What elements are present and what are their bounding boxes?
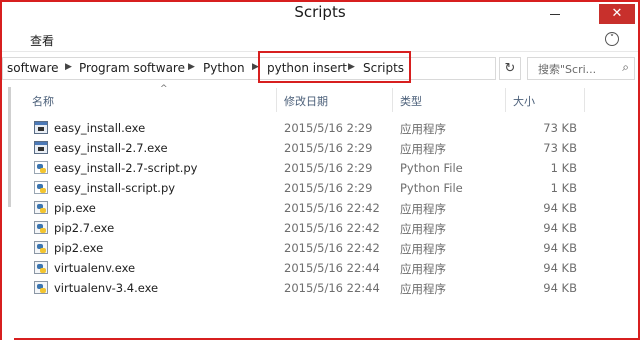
breadcrumb-program-software[interactable]: Program software (79, 61, 185, 75)
column-header-name[interactable]: 名称 (32, 93, 54, 109)
ribbon-bar: 查看 ˅ (2, 26, 638, 52)
chevron-right-icon[interactable]: ▶ (188, 62, 195, 72)
python-file-icon (34, 181, 48, 194)
column-header-size[interactable]: 大小 (513, 93, 535, 109)
column-headers: ^ 名称 修改日期 类型 大小 (14, 84, 638, 112)
exe-icon (34, 141, 48, 154)
python-exe-icon (34, 221, 48, 234)
file-row[interactable]: virtualenv-3.4.exe 2015/5/16 22:44 应用程序 … (14, 278, 638, 298)
column-header-date[interactable]: 修改日期 (284, 93, 328, 109)
file-date: 2015/5/16 22:42 (284, 221, 380, 235)
column-header-type[interactable]: 类型 (400, 93, 422, 109)
file-type: 应用程序 (400, 242, 446, 256)
address-bar[interactable]: software ▶ Program software ▶ Python ▶ p… (2, 57, 496, 80)
close-button[interactable]: ✕ (599, 4, 635, 24)
file-row[interactable]: pip2.7.exe 2015/5/16 22:42 应用程序 94 KB (14, 218, 638, 238)
file-size: 94 KB (543, 221, 577, 235)
python-exe-icon (34, 261, 48, 274)
python-exe-icon (34, 241, 48, 254)
column-divider[interactable] (584, 88, 585, 112)
refresh-icon[interactable]: ↻ (499, 57, 521, 80)
file-size: 1 KB (550, 161, 577, 175)
title-bar: Scripts ✕ (2, 2, 638, 26)
path-highlight-box (258, 51, 411, 83)
chevron-down-icon[interactable]: ˅ (605, 32, 619, 46)
file-date: 2015/5/16 22:44 (284, 281, 380, 295)
chevron-right-icon[interactable]: ▶ (65, 62, 72, 72)
file-name: easy_install.exe (54, 121, 146, 135)
python-file-icon (34, 161, 48, 174)
column-divider[interactable] (505, 88, 506, 112)
file-size: 94 KB (543, 261, 577, 275)
file-row[interactable]: easy_install.exe 2015/5/16 2:29 应用程序 73 … (14, 118, 638, 138)
file-date: 2015/5/16 22:44 (284, 261, 380, 275)
column-divider[interactable] (276, 88, 277, 112)
column-divider[interactable] (392, 88, 393, 112)
file-type: Python File (400, 181, 463, 195)
file-type: 应用程序 (400, 262, 446, 276)
file-row[interactable]: easy_install-2.7-script.py 2015/5/16 2:2… (14, 158, 638, 178)
file-size: 1 KB (550, 181, 577, 195)
file-type: 应用程序 (400, 222, 446, 236)
file-size: 73 KB (543, 141, 577, 155)
search-icon[interactable]: ⌕ (622, 60, 629, 75)
breadcrumb-python[interactable]: Python (203, 61, 245, 75)
minimize-button[interactable] (550, 14, 560, 15)
file-row[interactable]: easy_install-2.7.exe 2015/5/16 2:29 应用程序… (14, 138, 638, 158)
file-size: 73 KB (543, 121, 577, 135)
tab-view[interactable]: 查看 (30, 32, 54, 49)
file-date: 2015/5/16 2:29 (284, 121, 373, 135)
file-date: 2015/5/16 2:29 (284, 181, 373, 195)
sort-ascending-icon: ^ (160, 84, 168, 94)
file-name: pip2.7.exe (54, 221, 115, 235)
nav-scrollbar[interactable] (8, 87, 11, 207)
file-row[interactable]: pip2.exe 2015/5/16 22:42 应用程序 94 KB (14, 238, 638, 258)
file-type: 应用程序 (400, 202, 446, 216)
file-name: virtualenv-3.4.exe (54, 281, 159, 295)
search-input[interactable]: 搜索"Scri... ⌕ (527, 57, 635, 80)
file-type: 应用程序 (400, 122, 446, 136)
file-size: 94 KB (543, 281, 577, 295)
file-row[interactable]: pip.exe 2015/5/16 22:42 应用程序 94 KB (14, 198, 638, 218)
file-name: easy_install-2.7.exe (54, 141, 168, 155)
file-date: 2015/5/16 2:29 (284, 141, 373, 155)
file-name: easy_install-script.py (54, 181, 176, 195)
file-date: 2015/5/16 2:29 (284, 161, 373, 175)
file-type: 应用程序 (400, 142, 446, 156)
file-type: Python File (400, 161, 463, 175)
file-name: pip.exe (54, 201, 96, 215)
file-name: easy_install-2.7-script.py (54, 161, 198, 175)
file-row[interactable]: easy_install-script.py 2015/5/16 2:29 Py… (14, 178, 638, 198)
file-date: 2015/5/16 22:42 (284, 241, 380, 255)
file-name: virtualenv.exe (54, 261, 136, 275)
python-exe-icon (34, 201, 48, 214)
window-title: Scripts (294, 3, 346, 21)
search-placeholder: 搜索"Scri... (538, 63, 597, 76)
file-name: pip2.exe (54, 241, 104, 255)
file-date: 2015/5/16 22:42 (284, 201, 380, 215)
vertical-scrollbar[interactable] (620, 85, 636, 338)
python-exe-icon (34, 281, 48, 294)
file-type: 应用程序 (400, 282, 446, 296)
file-size: 94 KB (543, 241, 577, 255)
exe-icon (34, 121, 48, 134)
breadcrumb-software[interactable]: software (7, 61, 59, 75)
file-size: 94 KB (543, 201, 577, 215)
file-row[interactable]: virtualenv.exe 2015/5/16 22:44 应用程序 94 K… (14, 258, 638, 278)
